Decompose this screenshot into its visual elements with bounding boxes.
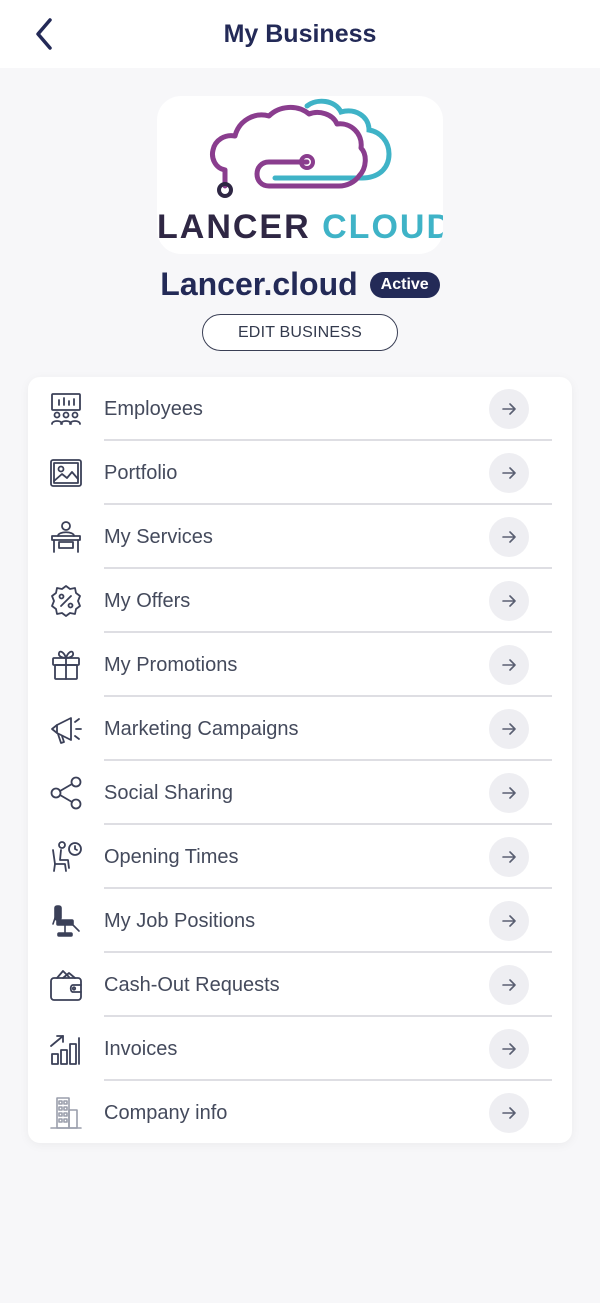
arrow-button[interactable] (489, 517, 529, 557)
cloud-logo-icon (210, 98, 392, 198)
barber-chair-icon (48, 903, 84, 939)
menu-item-label: Company info (104, 1102, 228, 1124)
gift-icon (48, 647, 84, 683)
business-name: Lancer.cloud (160, 266, 358, 302)
wallet-icon (48, 967, 84, 1003)
menu-item-label: My Services (104, 526, 213, 548)
share-icon (48, 775, 84, 811)
menu-item-label: Opening Times (104, 846, 239, 868)
app-header: My Business (0, 0, 600, 68)
arrow-button[interactable] (489, 773, 529, 813)
logo-wordmark: LANCER CLOUD (157, 208, 443, 247)
menu-item-label: Employees (104, 398, 203, 420)
megaphone-icon (48, 711, 84, 747)
arrow-button[interactable] (489, 1093, 529, 1133)
business-header: Lancer.cloud Active (0, 266, 600, 303)
arrow-right-icon (502, 915, 516, 927)
menu-item-social-sharing[interactable]: Social Sharing (28, 761, 572, 825)
growth-chart-icon (48, 1031, 84, 1067)
arrow-right-icon (502, 531, 516, 543)
edit-business-button[interactable]: EDIT BUSINESS (202, 314, 398, 351)
logo-word-lancer: LANCER (157, 208, 311, 246)
status-badge: Active (369, 271, 440, 298)
arrow-button[interactable] (489, 389, 529, 429)
arrow-right-icon (502, 1107, 516, 1119)
menu-item-employees[interactable]: Employees (28, 377, 572, 441)
arrow-button[interactable] (489, 837, 529, 877)
arrow-right-icon (502, 595, 516, 607)
arrow-button[interactable] (489, 453, 529, 493)
arrow-button[interactable] (489, 645, 529, 685)
menu-card: Employees Portfolio My Services My Offer… (28, 377, 572, 1143)
arrow-right-icon (502, 787, 516, 799)
arrow-button[interactable] (489, 709, 529, 749)
arrow-button[interactable] (489, 1029, 529, 1069)
menu-item-label: My Job Positions (104, 910, 256, 932)
arrow-button[interactable] (489, 901, 529, 941)
arrow-right-icon (502, 979, 516, 991)
menu-item-label: Invoices (104, 1038, 178, 1060)
waiting-clock-icon (48, 839, 84, 875)
menu-item-my-promotions[interactable]: My Promotions (28, 633, 572, 697)
arrow-right-icon (502, 851, 516, 863)
arrow-button[interactable] (489, 965, 529, 1005)
menu-item-company-info[interactable]: Company info (28, 1081, 572, 1145)
page-title: My Business (223, 20, 377, 48)
menu-item-opening-times[interactable]: Opening Times (28, 825, 572, 889)
menu-item-label: My Promotions (104, 654, 238, 676)
arrow-right-icon (502, 403, 516, 415)
menu-item-portfolio[interactable]: Portfolio (28, 441, 572, 505)
menu-item-label: Portfolio (104, 462, 178, 484)
menu-item-invoices[interactable]: Invoices (28, 1017, 572, 1081)
discount-badge-icon (48, 583, 84, 619)
menu-item-my-job-positions[interactable]: My Job Positions (28, 889, 572, 953)
menu-item-my-services[interactable]: My Services (28, 505, 572, 569)
business-logo: LANCER CLOUD (157, 96, 443, 254)
menu-item-my-offers[interactable]: My Offers (28, 569, 572, 633)
arrow-right-icon (502, 659, 516, 671)
menu-item-label: Cash-Out Requests (104, 974, 280, 996)
desk-icon (48, 519, 84, 555)
arrow-right-icon (502, 1043, 516, 1055)
building-icon (48, 1095, 84, 1131)
menu-item-marketing-campaigns[interactable]: Marketing Campaigns (28, 697, 572, 761)
arrow-button[interactable] (489, 581, 529, 621)
arrow-right-icon (502, 723, 516, 735)
logo-word-cloud: CLOUD (322, 208, 443, 246)
arrow-right-icon (502, 467, 516, 479)
image-icon (48, 455, 84, 491)
menu-item-cash-out-requests[interactable]: Cash-Out Requests (28, 953, 572, 1017)
menu-item-label: Social Sharing (104, 782, 233, 804)
menu-item-label: Marketing Campaigns (104, 718, 299, 740)
employees-icon (48, 391, 84, 427)
menu-item-label: My Offers (104, 590, 191, 612)
